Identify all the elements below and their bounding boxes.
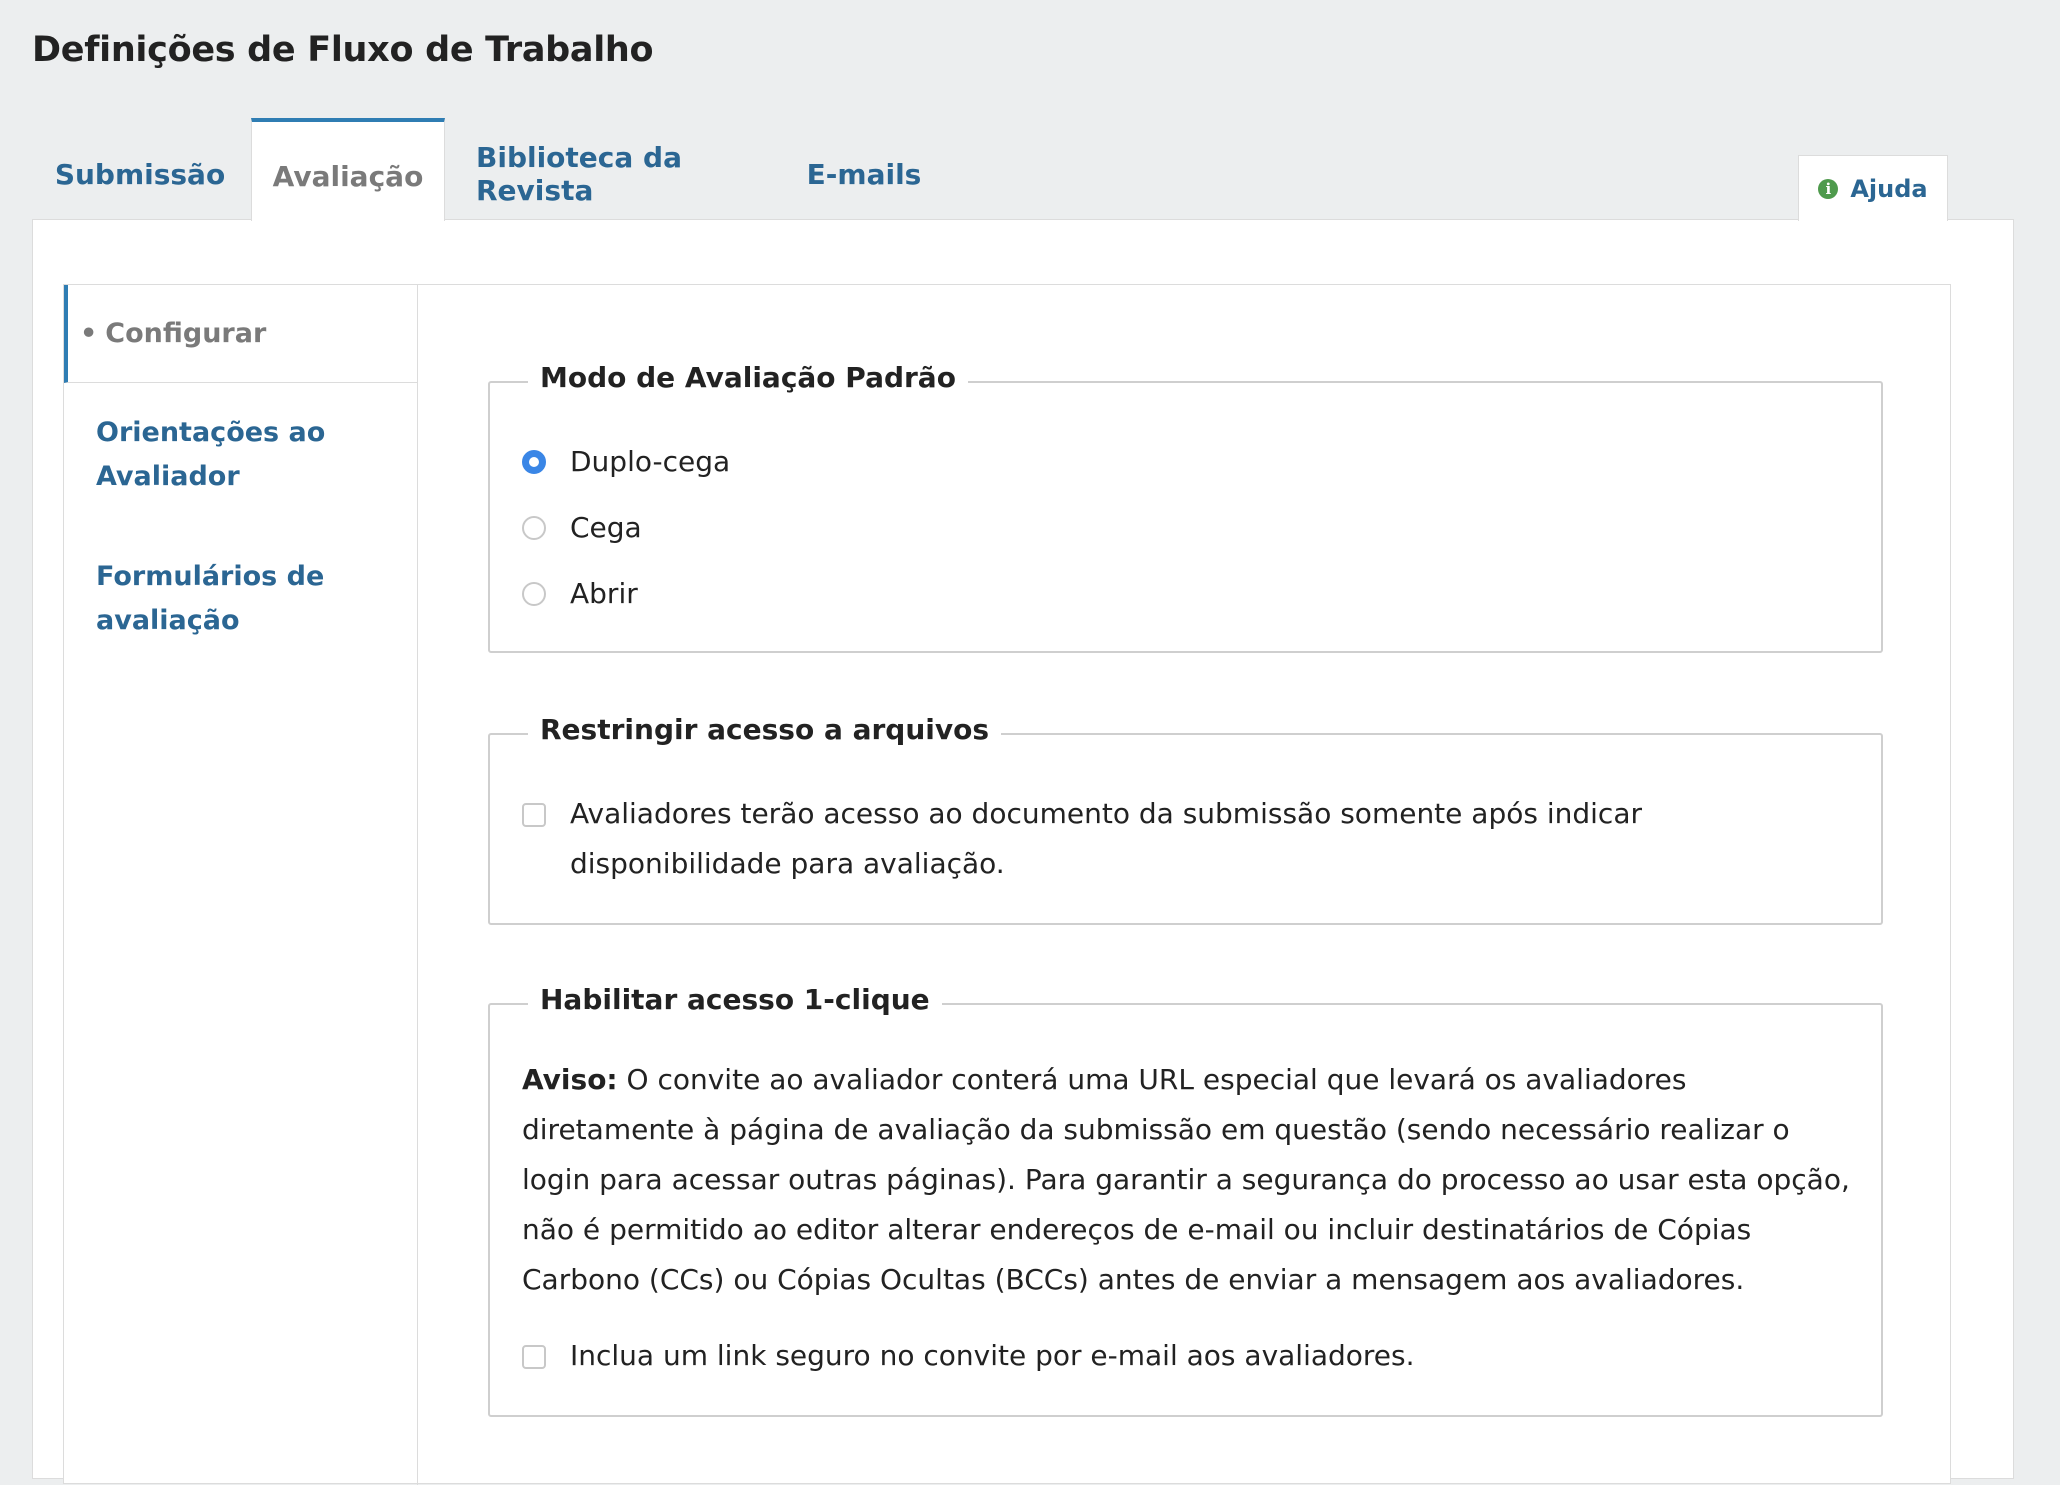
restrict-access-option[interactable]: Avaliadores terão acesso ao documento da… [522, 797, 1852, 889]
warning-label: Aviso: [522, 1063, 618, 1096]
help-button[interactable]: i Ajuda [1798, 155, 1948, 221]
radio-button[interactable] [522, 582, 546, 606]
checkbox-label: Inclua um link seguro no convite por e-m… [570, 1339, 1415, 1372]
tab-avaliacao[interactable]: Avaliação [251, 118, 445, 221]
one-click-warning-text: Aviso: O convite ao avaliador conterá um… [522, 1055, 1862, 1305]
radio-option-cega[interactable]: Cega [522, 511, 642, 544]
page-title: Definições de Fluxo de Trabalho [32, 30, 654, 70]
review-mode-fieldset: Modo de Avaliação Padrão Duplo-cega Cega… [488, 361, 1883, 653]
restrict-access-checkbox[interactable] [522, 803, 546, 827]
review-mode-legend: Modo de Avaliação Padrão [528, 361, 968, 394]
warning-body: O convite ao avaliador conterá uma URL e… [522, 1063, 1850, 1296]
sidebar-nav: • Configurar Orientações ao Avaliador Fo… [64, 285, 418, 1485]
review-settings-container: • Configurar Orientações ao Avaliador Fo… [63, 284, 1952, 1485]
one-click-access-legend: Habilitar acesso 1-clique [528, 983, 942, 1016]
workflow-tabs: Submissão Avaliação Biblioteca da Revist… [32, 118, 2012, 221]
radio-option-duplo-cega[interactable]: Duplo-cega [522, 445, 730, 478]
tab-submissao[interactable]: Submissão [55, 118, 225, 220]
checkbox-label: Avaliadores terão acesso ao documento da… [570, 797, 1642, 880]
radio-option-abrir[interactable]: Abrir [522, 577, 638, 610]
one-click-access-fieldset: Habilitar acesso 1-clique Aviso: O convi… [488, 983, 1883, 1417]
secure-link-checkbox[interactable] [522, 1345, 546, 1369]
secure-link-option[interactable]: Inclua um link seguro no convite por e-m… [522, 1339, 1415, 1381]
tab-e-mails[interactable]: E-mails [798, 118, 930, 220]
info-icon: i [1818, 178, 1839, 199]
settings-form: Modo de Avaliação Padrão Duplo-cega Cega… [418, 285, 1952, 1485]
sidebar-item-label: Configurar [105, 317, 267, 349]
tab-biblioteca-da-revista[interactable]: Biblioteca da Revista [476, 118, 768, 220]
radio-label: Abrir [570, 577, 638, 610]
radio-label: Duplo-cega [570, 445, 731, 478]
radio-label: Cega [570, 511, 642, 544]
radio-button-checked[interactable] [522, 450, 546, 474]
sidebar-item-orientacoes-ao-avaliador[interactable]: Orientações ao Avaliador [64, 411, 364, 499]
sidebar-item-configurar[interactable]: • Configurar [64, 285, 418, 383]
restrict-access-legend: Restringir acesso a arquivos [528, 713, 1002, 746]
restrict-access-fieldset: Restringir acesso a arquivos Avaliadores… [488, 713, 1883, 925]
help-label: Ajuda [1850, 174, 1928, 203]
settings-panel: • Configurar Orientações ao Avaliador Fo… [32, 219, 2014, 1485]
radio-button[interactable] [522, 516, 546, 540]
active-bullet: • [80, 317, 98, 349]
sidebar-item-formularios-de-avaliacao[interactable]: Formulários de avaliação [64, 555, 364, 643]
